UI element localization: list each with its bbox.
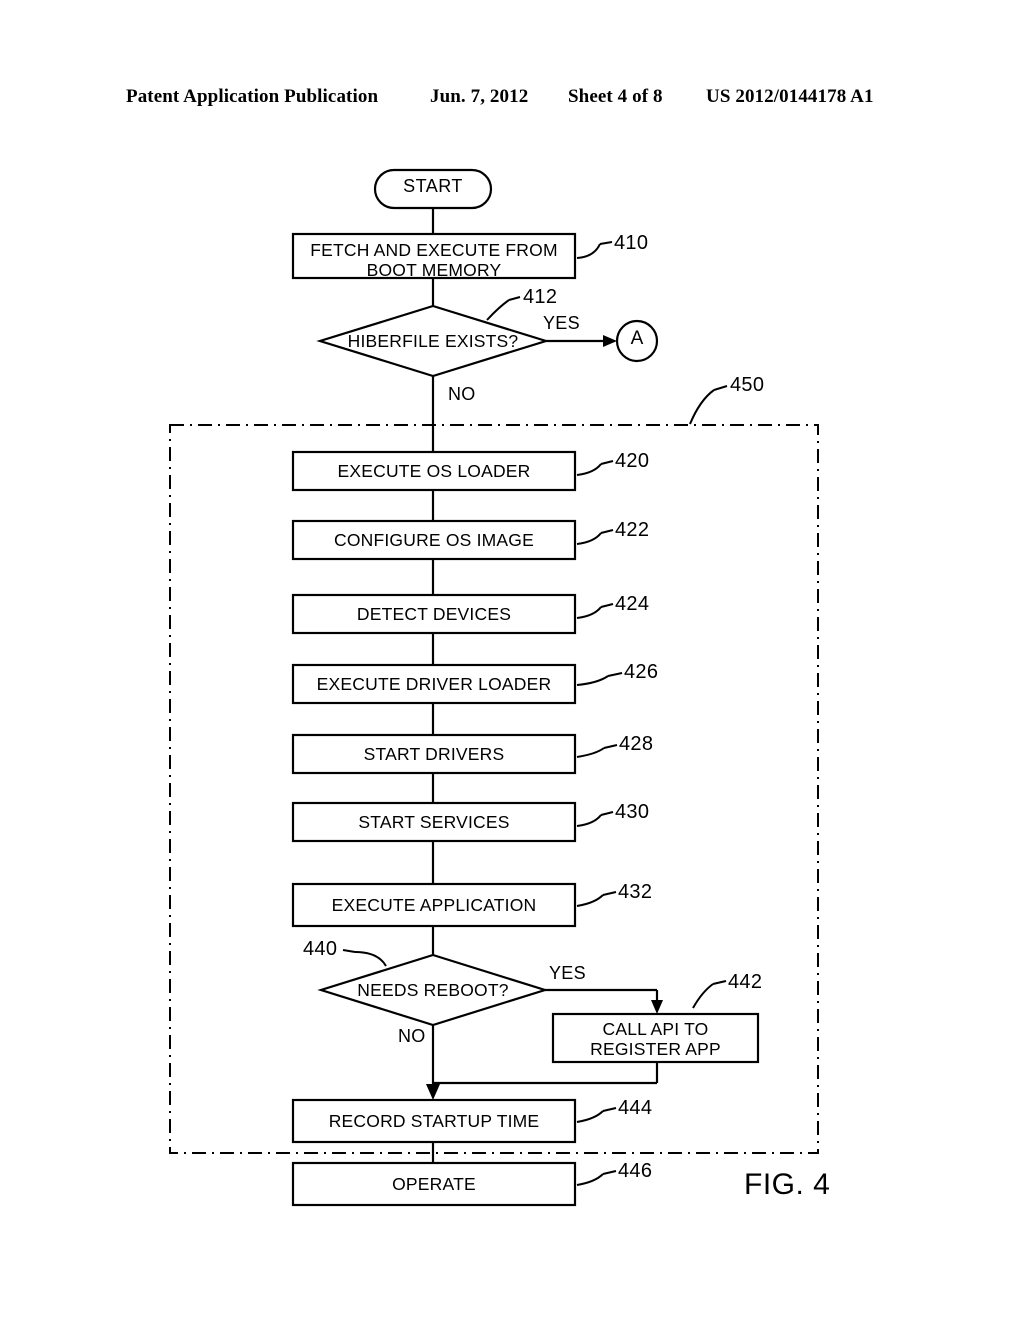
box-430-label: START SERVICES [358, 812, 510, 832]
branch-label-reboot-no: NO [398, 1026, 426, 1046]
leader-424 [576, 606, 602, 619]
box-432-label: EXECUTE APPLICATION [331, 895, 537, 915]
ref-440: 440 [303, 938, 338, 960]
ref-444: 444 [618, 1097, 653, 1119]
leader-420 [576, 463, 602, 476]
ref-446: 446 [618, 1160, 653, 1182]
box-410-label: FETCH AND EXECUTE FROM BOOT MEMORY [310, 240, 558, 280]
box-420-label: EXECUTE OS LOADER [337, 461, 531, 481]
ref-410: 410 [614, 232, 649, 254]
leader-450 [689, 389, 715, 425]
box-444-label: RECORD STARTUP TIME [328, 1111, 540, 1131]
leader-440 [354, 951, 387, 967]
ref-450: 450 [730, 374, 765, 396]
branch-label-hiberfile-yes: YES [543, 313, 580, 333]
ref-424: 424 [615, 593, 650, 615]
start-terminator-label: START [403, 176, 463, 196]
leader-446 [576, 1173, 604, 1186]
decision-412-label: HIBERFILE EXISTS? [347, 331, 519, 351]
ref-412: 412 [523, 286, 558, 308]
ref-430: 430 [615, 801, 650, 823]
decision-440-label: NEEDS REBOOT? [357, 980, 509, 1000]
leader-410 [576, 243, 601, 259]
leader-444 [576, 1110, 604, 1123]
box-422-label: CONFIGURE OS IMAGE [333, 530, 534, 550]
leader-426 [576, 675, 609, 686]
branch-label-hiberfile-no: NO [448, 384, 476, 404]
connector-a-label: A [630, 328, 644, 349]
box-428-label: START DRIVERS [363, 744, 505, 764]
figure-caption: FIG. 4 [744, 1168, 831, 1201]
box-442-label: CALL API TO REGISTER APP [590, 1019, 721, 1059]
leader-412 [486, 299, 510, 321]
ref-420: 420 [615, 450, 650, 472]
box-424-label: DETECT DEVICES [356, 604, 512, 624]
ref-426: 426 [624, 661, 659, 683]
leader-430 [576, 814, 602, 827]
leader-432 [576, 894, 604, 907]
ref-422: 422 [615, 519, 650, 541]
patent-figure-4: START FETCH AND EXECUTE FROM BOOT MEMORY… [0, 0, 1024, 1320]
branch-label-reboot-yes: YES [549, 963, 586, 983]
box-446-label: OPERATE [392, 1174, 476, 1194]
leader-422 [576, 532, 602, 545]
leader-442 [692, 983, 714, 1009]
ref-428: 428 [619, 733, 654, 755]
ref-442: 442 [728, 971, 763, 993]
ref-432: 432 [618, 881, 653, 903]
leader-428 [576, 747, 605, 758]
box-426-label: EXECUTE DRIVER LOADER [316, 674, 552, 694]
